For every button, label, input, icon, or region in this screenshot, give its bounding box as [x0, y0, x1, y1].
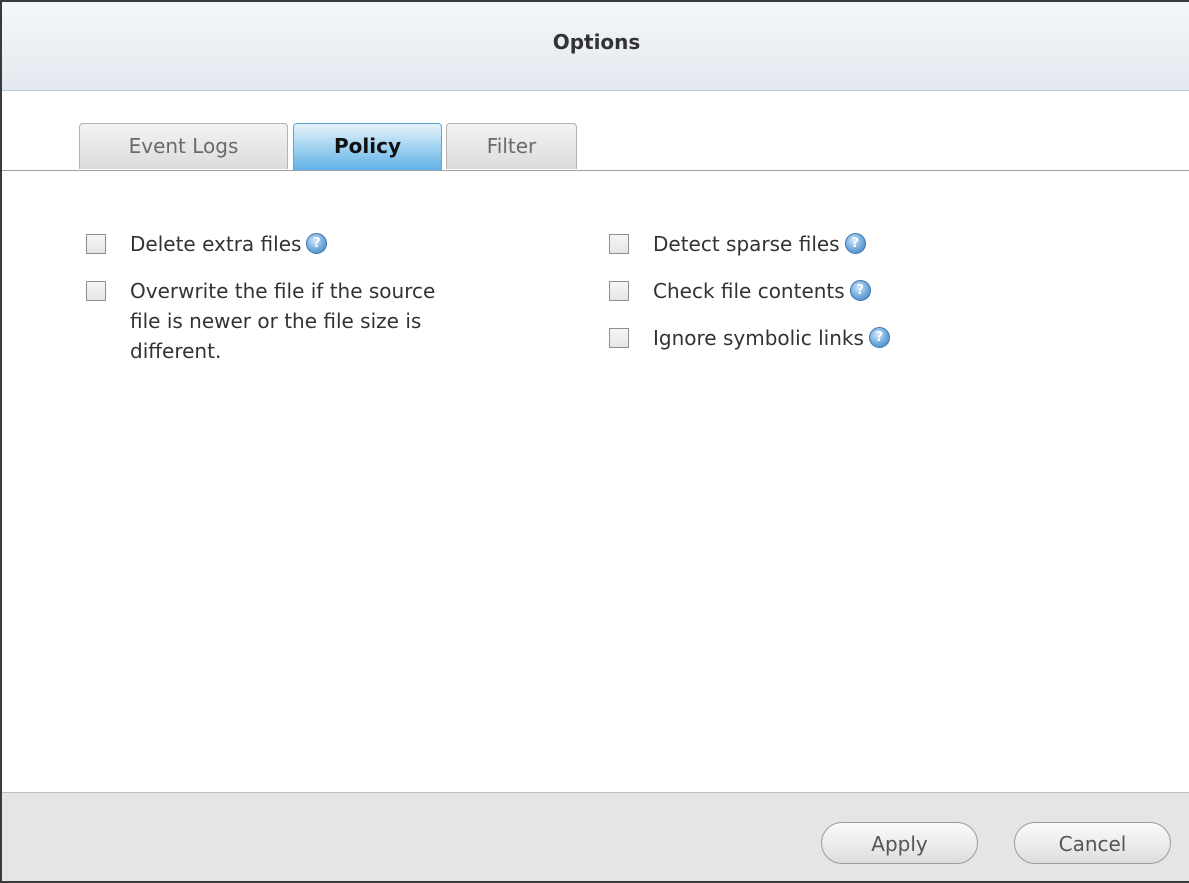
tab-event-logs[interactable]: Event Logs	[79, 123, 288, 169]
tab-policy[interactable]: Policy	[293, 123, 442, 170]
option-overwrite-file: Overwrite the file if the source file is…	[86, 276, 546, 366]
option-detect-sparse-files: Detect sparse files	[609, 229, 866, 259]
apply-button[interactable]: Apply	[821, 822, 978, 864]
tab-filter[interactable]: Filter	[446, 123, 577, 169]
help-icon[interactable]	[849, 280, 871, 301]
dialog-footer: Apply Cancel	[2, 792, 1189, 881]
ignore-symbolic-links-checkbox[interactable]	[609, 328, 629, 348]
delete-extra-files-label: Delete extra files	[130, 232, 302, 256]
cancel-button[interactable]: Cancel	[1014, 822, 1171, 864]
detect-sparse-files-label: Detect sparse files	[653, 232, 840, 256]
option-ignore-symbolic-links: Ignore symbolic links	[609, 323, 890, 353]
detect-sparse-files-checkbox[interactable]	[609, 234, 629, 254]
ignore-symbolic-links-label: Ignore symbolic links	[653, 326, 864, 350]
option-delete-extra-files: Delete extra files	[86, 229, 328, 259]
dialog-titlebar: Options	[2, 2, 1189, 91]
overwrite-file-label: Overwrite the file if the source file is…	[130, 279, 436, 363]
tab-strip: Event Logs Policy Filter	[2, 90, 1189, 171]
options-dialog: Options Event Logs Policy Filter Delete …	[0, 0, 1189, 883]
check-file-contents-label: Check file contents	[653, 279, 845, 303]
help-icon[interactable]	[306, 233, 328, 254]
help-icon[interactable]	[844, 233, 866, 254]
check-file-contents-checkbox[interactable]	[609, 281, 629, 301]
help-icon[interactable]	[868, 327, 890, 348]
delete-extra-files-checkbox[interactable]	[86, 234, 106, 254]
dialog-title: Options	[552, 30, 641, 54]
option-check-file-contents: Check file contents	[609, 276, 871, 306]
overwrite-file-checkbox[interactable]	[86, 281, 106, 301]
